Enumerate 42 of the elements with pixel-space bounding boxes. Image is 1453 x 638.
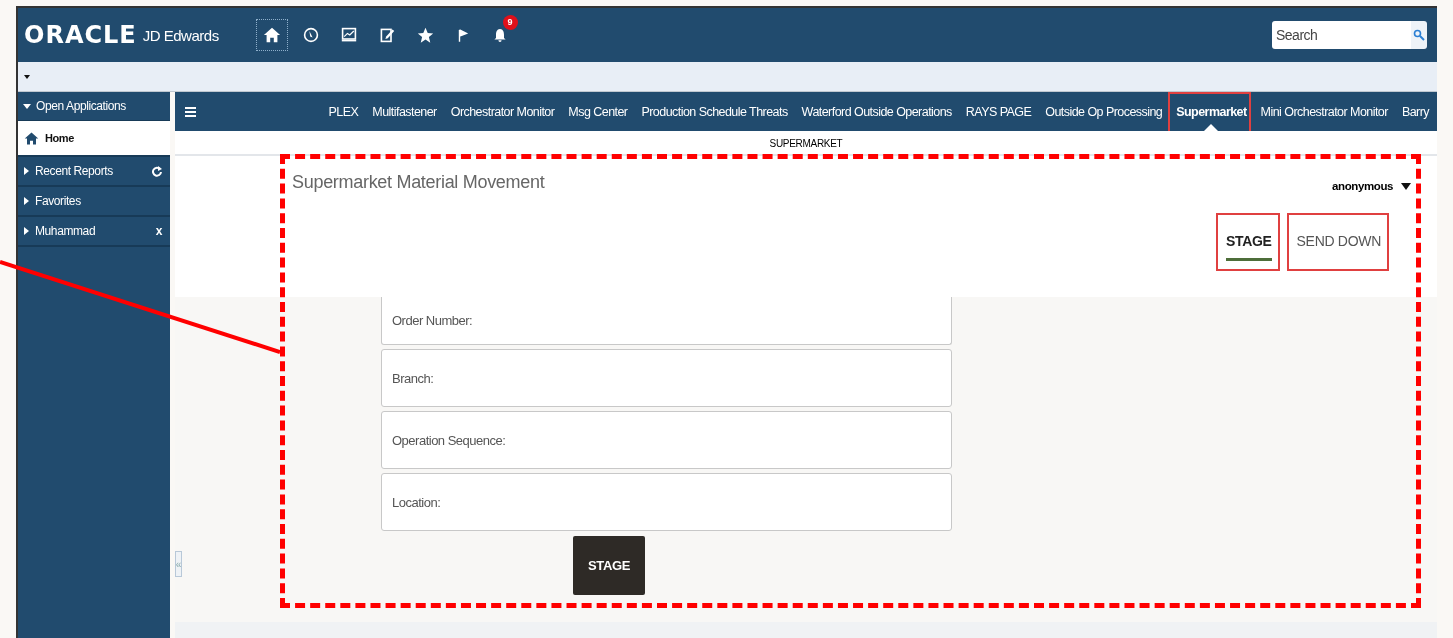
sidebar-item[interactable]: Recent Reports (18, 157, 170, 187)
expand-caret-icon[interactable] (24, 167, 29, 175)
app-tab[interactable]: Outside Op Processing (1045, 92, 1163, 131)
menu-icon[interactable] (185, 106, 196, 117)
notification-badge: 9 (502, 14, 518, 30)
user-menu[interactable]: anonymous (1332, 180, 1411, 192)
close-icon[interactable]: x (155, 224, 162, 238)
dropdown-caret-icon[interactable] (24, 74, 30, 79)
search-icon[interactable] (1411, 21, 1427, 49)
bell-icon[interactable] (491, 26, 508, 44)
sidebar-heading: Open Applications (36, 99, 126, 113)
refresh-icon[interactable] (152, 165, 162, 177)
app-tab[interactable]: Multifastener (372, 92, 437, 131)
oracle-logo: ORACLE (24, 21, 137, 49)
input-field[interactable]: Operation Sequence: (381, 411, 952, 469)
app-tab[interactable]: Waterford Outside Operations (801, 92, 952, 131)
page-title: Supermarket Material Movement (292, 172, 545, 193)
sidebar-item[interactable]: Favorites (18, 187, 170, 217)
sidebar-item[interactable]: Home (18, 121, 170, 157)
input-field[interactable]: Branch: (381, 349, 952, 407)
sidebar-item[interactable]: Muhammad x (18, 217, 170, 247)
app-tab[interactable]: RAYS PAGE (965, 92, 1032, 131)
home-icon (24, 130, 39, 146)
view-tab[interactable]: STAGE (1225, 231, 1272, 261)
product-name: JD Edwards (142, 26, 219, 44)
page-label: SUPERMARKET (175, 131, 1437, 156)
input-field[interactable]: Order Number: (381, 297, 952, 345)
app-tab[interactable]: Orchestrator Monitor (450, 92, 555, 131)
app-tab[interactable]: Barry (1401, 92, 1429, 131)
app-tab[interactable]: Mini Orchestrator Monitor (1260, 92, 1388, 131)
expand-caret-icon[interactable] (24, 227, 29, 235)
stage-button[interactable]: STAGE (573, 536, 645, 595)
home-icon[interactable] (256, 20, 287, 50)
expand-caret-icon[interactable] (24, 197, 29, 205)
app-tab[interactable]: PLEX (328, 92, 359, 131)
app-tab[interactable]: Msg Center (568, 92, 628, 131)
annotation-highlight (1215, 213, 1280, 271)
view-tab[interactable]: SEND DOWN (1296, 231, 1381, 261)
collapse-caret-icon[interactable] (23, 103, 31, 109)
input-field[interactable]: Location: (381, 473, 952, 531)
search-field[interactable]: Search (1272, 21, 1411, 49)
app-tab[interactable]: Production Schedule Threats (641, 92, 788, 131)
